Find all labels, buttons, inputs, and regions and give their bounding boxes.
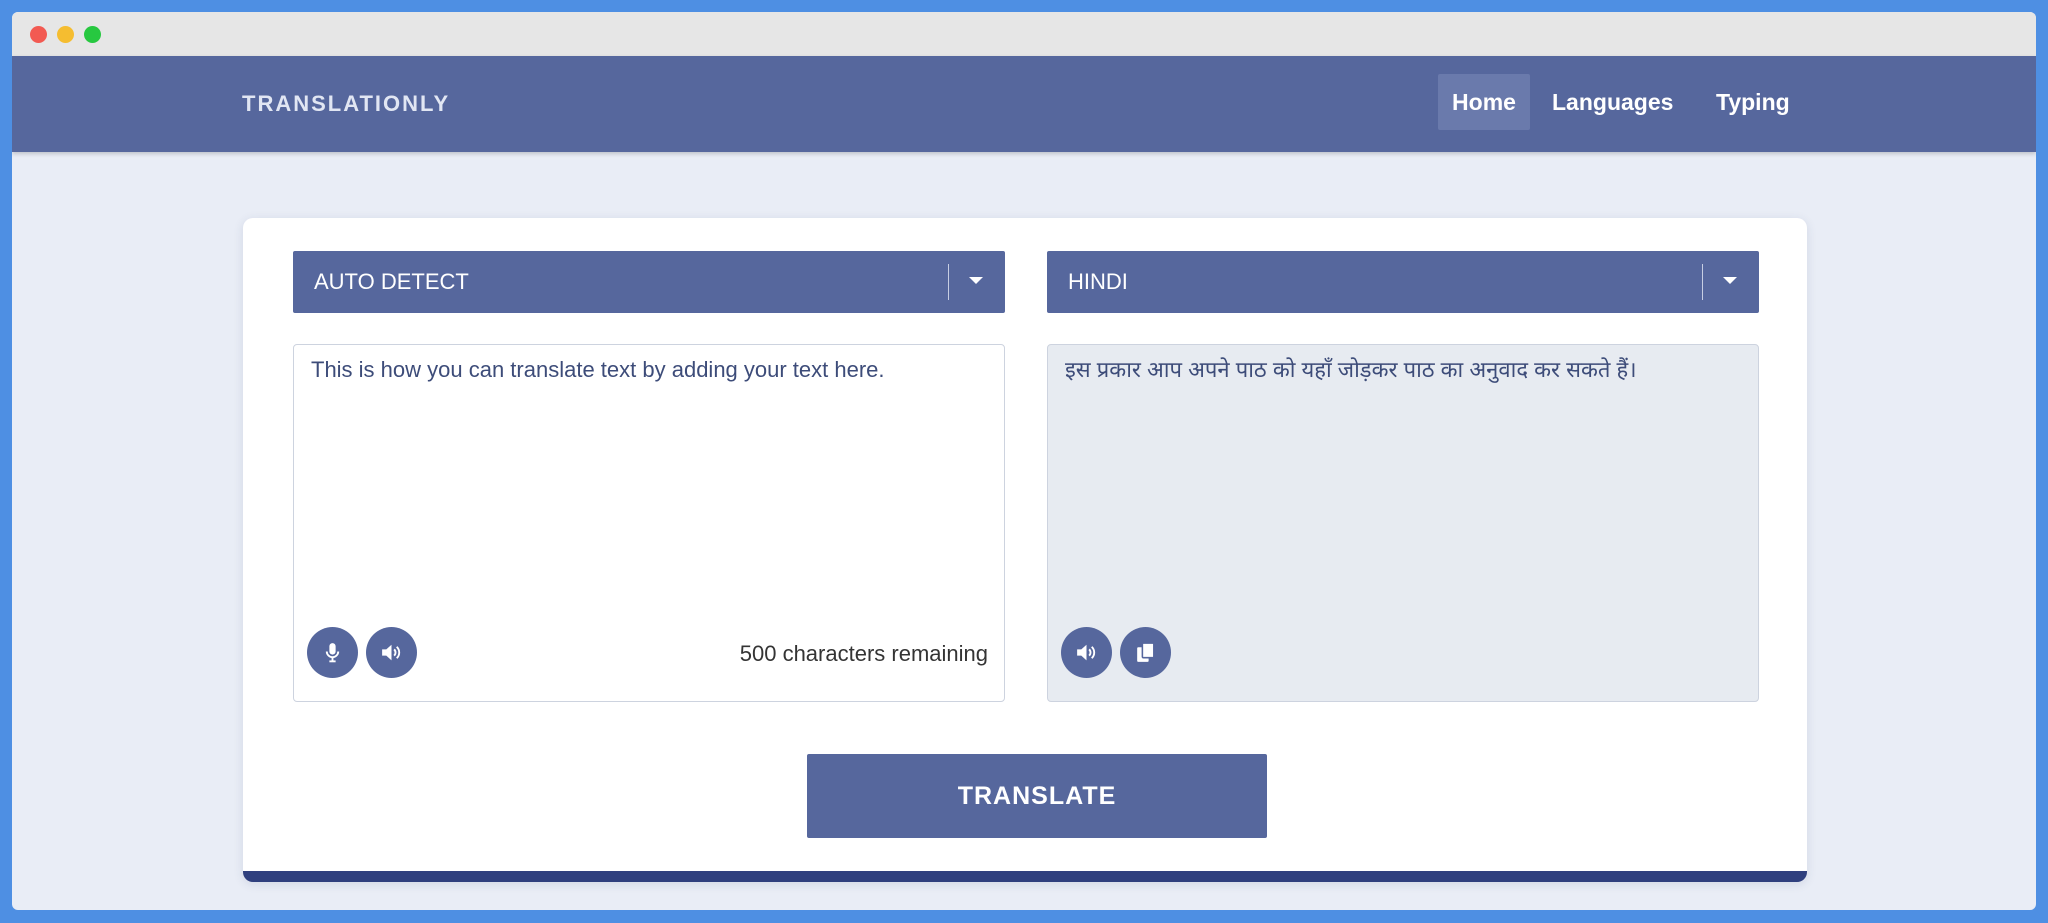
chevron-down-icon	[969, 277, 983, 284]
maximize-window-icon[interactable]	[84, 26, 101, 43]
source-text-panel[interactable]: This is how you can translate text by ad…	[293, 344, 1005, 702]
close-window-icon[interactable]	[30, 26, 47, 43]
characters-remaining: 500 characters remaining	[739, 641, 988, 666]
target-text-panel: इस प्रकार आप अपने पाठ को यहाँ जोड़कर पाठ…	[1047, 344, 1759, 702]
microphone-button[interactable]	[307, 627, 358, 678]
minimize-window-icon[interactable]	[57, 26, 74, 43]
translated-text: इस प्रकार आप अपने पाठ को यहाँ जोड़कर पाठ…	[1065, 357, 1637, 382]
microphone-icon	[325, 643, 340, 663]
select-divider	[1702, 264, 1703, 300]
nav-languages[interactable]: Languages	[1552, 74, 1673, 130]
translator-card: AUTO DETECT HINDI This is how you can tr…	[243, 218, 1807, 882]
target-language-select[interactable]: HINDI	[1047, 251, 1759, 313]
source-language-select[interactable]: AUTO DETECT	[293, 251, 1005, 313]
nav-typing[interactable]: Typing	[1716, 74, 1790, 130]
chevron-down-icon	[1723, 277, 1737, 284]
source-speaker-button[interactable]	[366, 627, 417, 678]
navbar: TRANSLATIONLY Home Languages Typing	[12, 56, 2036, 152]
target-language-value: HINDI	[1068, 269, 1128, 294]
select-divider	[948, 264, 949, 300]
brand-logo[interactable]: TRANSLATIONLY	[242, 56, 450, 152]
window-titlebar	[12, 12, 2036, 56]
speaker-icon	[1077, 644, 1096, 661]
nav-home[interactable]: Home	[1438, 74, 1530, 130]
translate-button[interactable]: TRANSLATE	[807, 754, 1267, 838]
target-speaker-button[interactable]	[1061, 627, 1112, 678]
browser-window: TRANSLATIONLY Home Languages Typing AUTO…	[12, 12, 2036, 910]
copy-icon	[1137, 642, 1155, 662]
speaker-icon	[382, 644, 401, 661]
source-language-value: AUTO DETECT	[314, 269, 469, 294]
source-textarea[interactable]: This is how you can translate text by ad…	[311, 355, 987, 385]
copy-button[interactable]	[1120, 627, 1171, 678]
